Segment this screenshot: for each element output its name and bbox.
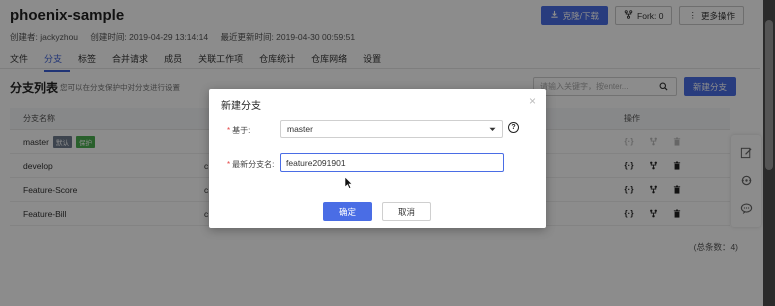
base-branch-value: master — [287, 124, 313, 134]
help-icon[interactable]: ? — [508, 122, 519, 133]
cancel-button[interactable]: 取消 — [382, 202, 431, 221]
base-label-text: 基于: — [232, 126, 251, 135]
scrollbar-thumb[interactable] — [765, 20, 773, 170]
new-branch-name-input[interactable] — [280, 153, 504, 172]
close-icon[interactable]: × — [529, 94, 536, 108]
base-branch-select[interactable]: master — [280, 120, 503, 138]
new-branch-name-label: * 最新分支名: — [227, 159, 274, 170]
required-mark: * — [227, 160, 231, 169]
dialog-title: 新建分支 — [221, 101, 261, 112]
base-branch-label: * 基于: — [227, 125, 250, 136]
confirm-button[interactable]: 确定 — [323, 202, 372, 221]
chevron-down-icon — [489, 124, 496, 134]
name-label-text: 最新分支名: — [232, 160, 275, 169]
new-branch-dialog: 新建分支 × *基于: master ? *最新分支名: 确定 取消 — [209, 89, 546, 228]
mouse-cursor-icon — [344, 176, 353, 191]
required-mark: * — [227, 126, 231, 135]
